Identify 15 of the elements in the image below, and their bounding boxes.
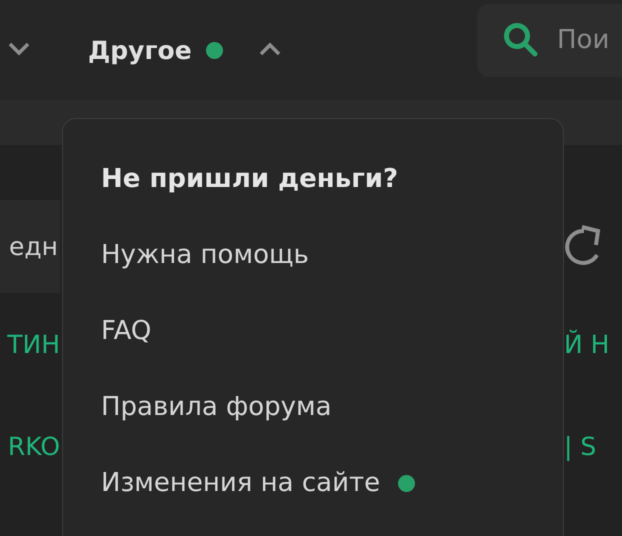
forum-link[interactable]: Й Н (564, 293, 622, 395)
forum-link[interactable]: | S (564, 395, 622, 497)
chevron-up-icon (258, 42, 281, 56)
menu-item[interactable]: Нужна помощь (101, 240, 309, 270)
truncated-text: едн (8, 232, 58, 261)
search-field[interactable]: Пои (477, 4, 622, 76)
chevron-down-icon (8, 42, 30, 56)
forum-link[interactable]: ТИН (0, 293, 60, 395)
menu-item[interactable]: Изменения на сайте (101, 468, 380, 498)
menu-item[interactable]: Правила форума (101, 392, 332, 422)
forum-link[interactable]: RKO (0, 395, 60, 497)
other-menu-button[interactable]: Другое (88, 36, 192, 64)
menu-item[interactable]: Не пришли деньги? (101, 164, 398, 194)
menu-item[interactable]: FAQ (101, 316, 152, 346)
search-icon (503, 22, 539, 58)
